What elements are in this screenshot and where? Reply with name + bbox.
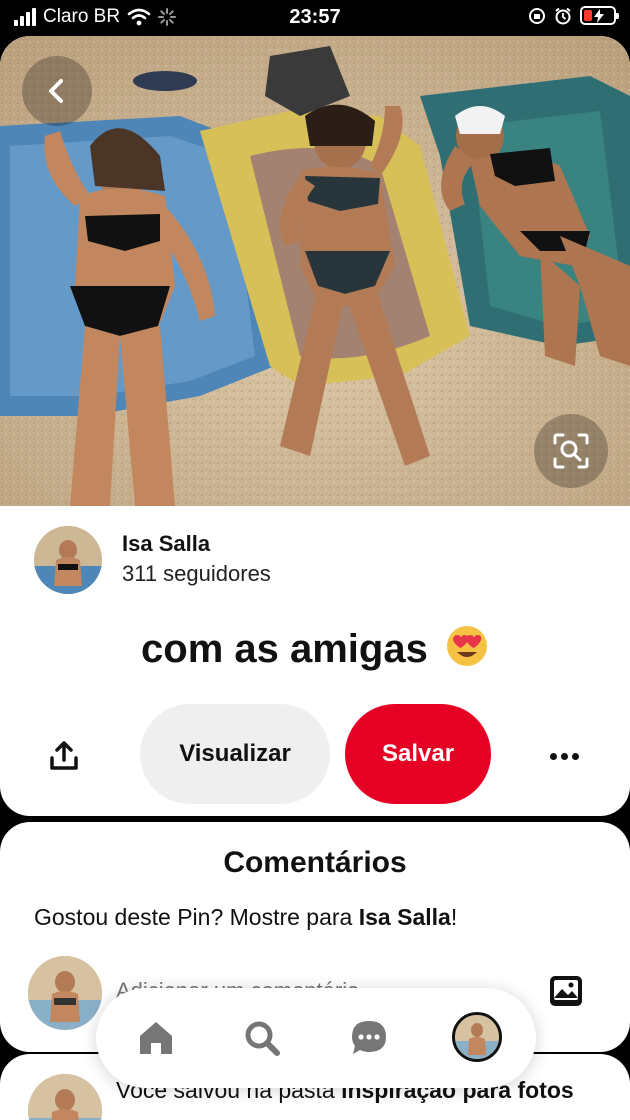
visual-search-button[interactable] [534, 414, 608, 488]
nav-messages[interactable] [347, 1016, 391, 1060]
add-image-button[interactable] [548, 974, 584, 1008]
orientation-lock-icon [529, 7, 545, 24]
comment-user-avatar [28, 956, 102, 1030]
nav-home[interactable] [134, 1016, 178, 1060]
more-horizontal-icon [549, 752, 557, 760]
battery-level [584, 10, 592, 21]
comments-prompt-name[interactable]: Isa Salla [359, 904, 451, 930]
author-followers: 311 seguidores [122, 561, 271, 586]
messages-icon [352, 1021, 386, 1054]
share-upload-icon [50, 741, 78, 770]
saved-user-avatar [28, 1074, 102, 1120]
pin-title: com as amigas [0, 624, 630, 672]
bottom-nav [96, 988, 536, 1088]
pin-image[interactable] [0, 36, 630, 506]
back-button[interactable] [22, 56, 92, 126]
image-icon [550, 976, 582, 1006]
beach-photo [0, 36, 630, 506]
share-button[interactable] [44, 736, 84, 776]
heart-eyes-emoji [446, 626, 487, 666]
battery-icon [580, 6, 619, 25]
alarm-icon [555, 7, 571, 24]
comments-prompt: Gostou deste Pin? Mostre para Isa Salla! [34, 904, 457, 931]
visual-search-icon [553, 433, 589, 469]
pin-card: Isa Salla 311 seguidores com as amigas V… [0, 36, 630, 816]
comments-title: Comentários [223, 846, 407, 879]
charging-bolt-icon [594, 9, 604, 23]
nav-profile-avatar[interactable] [452, 1012, 502, 1062]
author-info[interactable]: Isa Salla 311 seguidores [34, 526, 271, 594]
more-options-button[interactable] [544, 736, 584, 776]
pin-title-text: com as amigas [141, 627, 428, 671]
status-bar: Claro BR 23:57 [0, 0, 630, 36]
comments-prompt-suffix: ! [450, 904, 458, 930]
comments-prompt-prefix: Gostou deste Pin? Mostre para [34, 904, 359, 930]
save-button[interactable]: Salvar [345, 704, 491, 804]
search-icon [245, 1021, 280, 1056]
home-icon [140, 1022, 172, 1054]
nav-search[interactable] [240, 1016, 284, 1060]
chevron-left-icon [49, 79, 63, 103]
visit-button[interactable]: Visualizar [140, 704, 330, 804]
author-name[interactable]: Isa Salla [122, 530, 271, 558]
author-avatar[interactable] [34, 526, 102, 594]
status-right [528, 6, 619, 25]
author-text: Isa Salla 311 seguidores [122, 530, 271, 590]
